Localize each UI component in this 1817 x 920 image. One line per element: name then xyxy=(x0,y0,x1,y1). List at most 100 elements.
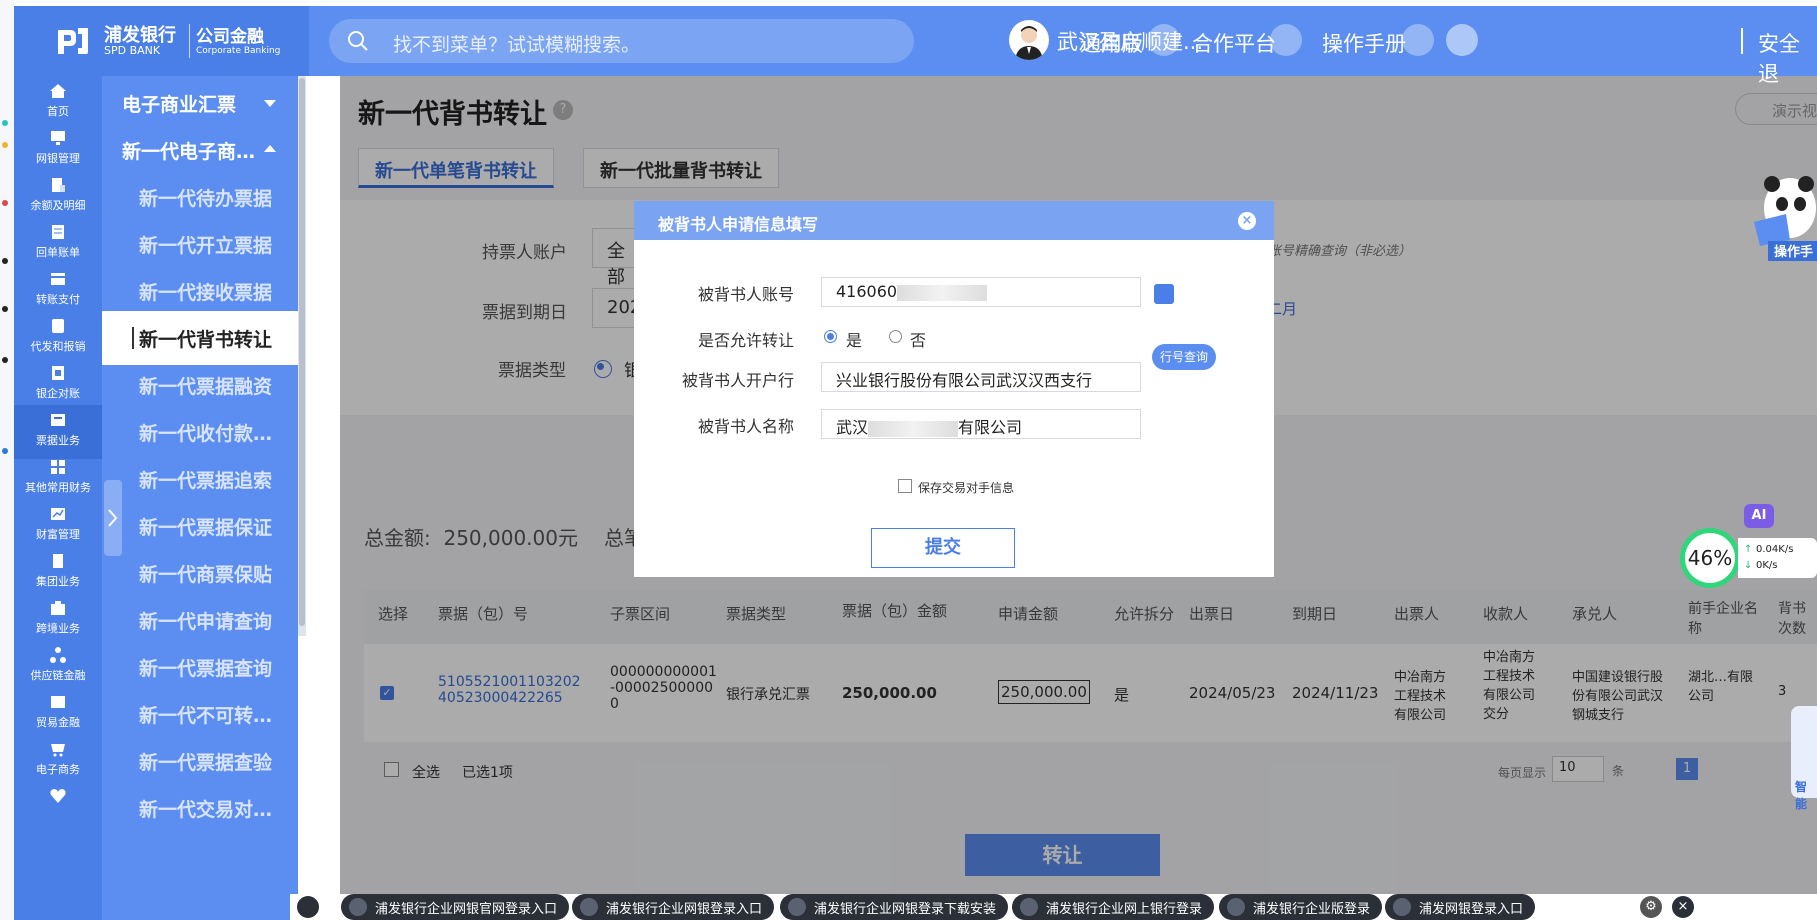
switch-icon[interactable] xyxy=(1148,24,1180,56)
nav-trade[interactable]: 贸易金融 xyxy=(14,687,102,741)
name-field[interactable]: 武汉 有限公司 xyxy=(821,409,1141,439)
bookmark-item[interactable]: 浦发银行企业版登录 xyxy=(1219,894,1383,920)
account-label: 被背书人账号 xyxy=(697,285,794,304)
sub-nav-item[interactable]: 新一代开立票据 xyxy=(102,217,298,271)
content-gutter xyxy=(306,76,340,920)
trade-icon xyxy=(51,696,65,708)
sub-nav-item[interactable]: 新一代待办票据 xyxy=(102,170,298,224)
nav-cross-border[interactable]: 跨境业务 xyxy=(14,593,102,647)
sub-nav-item[interactable]: 新一代票据融资 xyxy=(102,358,298,412)
sub-nav-item[interactable]: 新一代交易对… xyxy=(102,781,298,835)
allow-no-radio[interactable] xyxy=(889,330,902,343)
nav-label: 其他常用财务 xyxy=(25,481,91,494)
nav-home[interactable]: 首页 xyxy=(14,76,102,130)
logo-area[interactable]: 浦发银行 SPD BANK 公司金融 Corporate Banking xyxy=(14,6,309,76)
nav-label: 余额及明细 xyxy=(30,199,86,212)
account-value: 416060 xyxy=(836,282,898,301)
sub-nav-item[interactable]: 新一代票据查验 xyxy=(102,734,298,788)
scrollbar-thumb[interactable] xyxy=(299,78,305,626)
nav-label: 回单账单 xyxy=(36,246,80,259)
nav-label: 转账支付 xyxy=(36,293,80,306)
bank-field[interactable]: 兴业银行股份有限公司武汉汉西支行 xyxy=(821,362,1141,392)
chevron-down-icon xyxy=(264,100,276,107)
search-input[interactable]: 找不到菜单？试试模糊搜索。 xyxy=(329,19,914,63)
mascot-label[interactable]: 操作手 xyxy=(1768,241,1817,261)
name-suffix: 有限公司 xyxy=(958,418,1023,437)
lightbulb-icon[interactable] xyxy=(1402,24,1434,56)
modal-header: 被背书人申请信息填写 × xyxy=(634,201,1274,240)
nav-payroll[interactable]: 代发和报销 xyxy=(14,311,102,365)
sub-nav-item[interactable]: 新一代接收票据 xyxy=(102,264,298,318)
chart-icon xyxy=(51,508,65,520)
nav-label: 贸易金融 xyxy=(36,716,80,729)
performance-meter[interactable]: 46% xyxy=(1680,528,1740,588)
contact-book-icon[interactable] xyxy=(1154,284,1174,304)
sub-nav-scrollbar[interactable] xyxy=(298,76,306,636)
desktop-edge xyxy=(0,0,14,920)
save-counterparty-checkbox[interactable] xyxy=(898,479,912,493)
nav-other-finance[interactable]: 其他常用财务 xyxy=(14,452,102,506)
sub-nav-group[interactable]: 新一代电子商… xyxy=(102,123,298,177)
perf-value: 46% xyxy=(1687,546,1733,570)
user-avatar[interactable] xyxy=(1009,20,1049,60)
logout-link[interactable]: 安全退 xyxy=(1758,28,1817,88)
sub-nav-item[interactable]: 新一代不可转… xyxy=(102,687,298,741)
nav-bank-admin[interactable]: 网银管理 xyxy=(14,123,102,177)
nav-supply-chain[interactable]: 供应链金融 xyxy=(14,640,102,694)
icon-sidebar: 首页 网银管理 余额及明细 回单账单 转账支付 代发和报销 银企对账 票据业务 … xyxy=(14,76,102,920)
sub-nav-label: 新一代待办票据 xyxy=(139,188,273,210)
sub-nav-item[interactable]: 新一代票据查询 xyxy=(102,640,298,694)
sub-nav-item[interactable]: 新一代票据追索 xyxy=(102,452,298,506)
layers-icon[interactable] xyxy=(1270,24,1302,56)
close-icon[interactable]: × xyxy=(1238,212,1256,230)
collapse-sidebar-button[interactable] xyxy=(104,480,122,556)
cross-border-icon xyxy=(51,601,65,615)
more-icon[interactable] xyxy=(1446,24,1478,56)
nav-transfer[interactable]: 转账支付 xyxy=(14,264,102,318)
heart-icon xyxy=(50,789,66,803)
allow-yes-radio[interactable] xyxy=(824,330,837,343)
close-icon[interactable]: × xyxy=(1672,896,1694,918)
submit-button[interactable]: 提交 xyxy=(871,528,1015,568)
search-icon xyxy=(348,31,368,51)
allow-yes-label: 是 xyxy=(846,331,863,350)
bookmark-icon xyxy=(580,898,598,916)
smart-assistant-icon[interactable]: 智能 xyxy=(1791,706,1817,811)
sub-nav-item[interactable]: 新一代收付款… xyxy=(102,405,298,459)
bookmark-item[interactable]: 浦发银行企业网上银行登录 xyxy=(1012,894,1215,920)
bookmark-item[interactable]: 浦发银行企业网银登录入口 xyxy=(572,894,775,920)
nav-ecommerce[interactable]: 电子商务 xyxy=(14,734,102,788)
network-speed-panel: ↑ 0.04K/s ↓ 0K/s xyxy=(1738,538,1817,578)
account-field[interactable]: 416060 xyxy=(821,277,1141,307)
bookmark-item[interactable]: 浦发银行企业网银登录下载安装 xyxy=(780,894,1009,920)
nav-label: 代发和报销 xyxy=(30,340,86,353)
nav-receipt[interactable]: 回单账单 xyxy=(14,217,102,271)
sub-nav-item-active[interactable]: 新一代背书转让 xyxy=(102,311,298,365)
nav-more[interactable] xyxy=(14,781,102,835)
transfer-icon xyxy=(51,273,65,285)
masked-text xyxy=(897,284,988,301)
sub-nav-ecd-header[interactable]: 电子商业汇票 xyxy=(102,76,298,130)
nav-balance[interactable]: 余额及明细 xyxy=(14,170,102,224)
settings-icon[interactable]: ⚙ xyxy=(1640,896,1662,918)
nav-label: 网银管理 xyxy=(36,152,80,165)
bookmark-label: 浦发银行企业网银登录入口 xyxy=(606,902,763,917)
search-icon[interactable] xyxy=(297,896,319,918)
bookmark-item[interactable]: 浦发网银登录入口 xyxy=(1385,894,1536,920)
nav-wealth[interactable]: 财富管理 xyxy=(14,499,102,553)
ai-assistant-button[interactable]: AI xyxy=(1744,504,1774,528)
nav-reconcile[interactable]: 银企对账 xyxy=(14,358,102,412)
nav-bill[interactable]: 票据业务 xyxy=(14,405,102,459)
bank-query-button[interactable]: 行号查询 xyxy=(1152,344,1216,370)
sub-nav-label: 新一代背书转让 xyxy=(139,329,273,351)
sub-nav-item[interactable]: 新一代商票保贴 xyxy=(102,546,298,600)
manual-link[interactable]: 操作手册 xyxy=(1322,28,1406,58)
version-link[interactable]: 通用版 xyxy=(1080,28,1143,58)
nav-label: 首页 xyxy=(47,105,69,118)
sub-nav-item[interactable]: 新一代申请查询 xyxy=(102,593,298,647)
sub-nav-label: 新一代票据融资 xyxy=(139,376,273,398)
partner-link[interactable]: 合作平台 xyxy=(1192,28,1276,58)
nav-group[interactable]: 集团业务 xyxy=(14,546,102,600)
bookmark-item[interactable]: 浦发银行企业网银官网登录入口 xyxy=(341,894,570,920)
sub-nav-item[interactable]: 新一代票据保证 xyxy=(102,499,298,553)
